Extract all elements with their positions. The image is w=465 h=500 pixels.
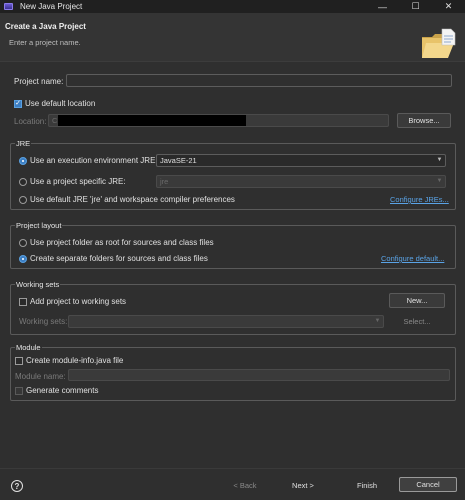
generate-comments-row[interactable]: Generate comments [15,385,98,396]
wizard-subtitle: Enter a project name. [9,38,81,47]
jre-option-execution-env[interactable]: Use an execution environment JRE: [19,155,158,166]
execution-env-value: JavaSE-21 [160,156,197,165]
create-module-info-label: Create module-info.java file [26,356,124,365]
add-to-working-sets-checkbox[interactable] [19,297,27,306]
execution-env-select[interactable]: JavaSE-21 ▼ [156,154,446,167]
layout-option-separate[interactable]: Create separate folders for sources and … [19,253,208,264]
working-sets-select[interactable]: ▼ [68,315,384,328]
generate-comments-checkbox[interactable] [15,386,23,395]
wizard-header: Create a Java Project Enter a project na… [0,13,465,62]
jre-default-radio[interactable] [19,195,27,204]
select-working-sets-button[interactable]: Select... [389,314,445,329]
layout-root-radio[interactable] [19,238,27,247]
jre-execution-env-radio[interactable] [19,156,27,165]
back-button[interactable]: < Back [218,478,272,492]
module-group-title: Module [15,343,42,352]
chevron-down-icon: ▼ [374,318,381,324]
jre-project-specific-radio[interactable] [19,177,27,186]
module-name-label: Module name: [15,371,66,381]
jre-project-specific-label: Use a project specific JRE: [30,177,126,186]
chevron-down-icon: ▼ [436,178,443,184]
window-title: New Java Project [20,2,83,11]
chevron-down-icon: ▼ [436,157,443,163]
project-specific-jre-select[interactable]: jre ▼ [156,175,446,188]
module-name-input[interactable] [68,369,450,381]
create-module-info-row[interactable]: Create module-info.java file [15,355,123,366]
minimize-button[interactable]: — [366,0,399,13]
create-module-info-checkbox[interactable] [15,356,23,365]
layout-root-label: Use project folder as root for sources a… [30,238,214,247]
working-sets-label: Working sets: [19,317,68,326]
project-name-label: Project name: [14,77,64,86]
jre-option-project-specific[interactable]: Use a project specific JRE: [19,176,126,187]
layout-separate-radio[interactable] [19,254,27,263]
working-sets-group-title: Working sets [15,280,61,289]
new-working-set-button[interactable]: New... [389,293,445,308]
layout-separate-label: Create separate folders for sources and … [30,254,208,263]
layout-option-root[interactable]: Use project folder as root for sources a… [19,237,214,248]
browse-button[interactable]: Browse... [397,113,451,128]
eclipse-app-icon [4,3,13,10]
jre-group-title: JRE [15,139,32,148]
help-icon[interactable]: ? [11,480,23,492]
add-to-working-sets-label: Add project to working sets [30,297,127,306]
generate-comments-label: Generate comments [26,386,99,395]
location-label: Location: [14,117,47,126]
redaction-bar [58,115,246,126]
java-project-folder-icon [422,28,456,58]
use-default-location-checkbox-row[interactable]: ✓ Use default location [14,98,95,109]
use-default-location-label: Use default location [25,99,96,108]
configure-jres-link[interactable]: Configure JREs... [390,195,449,204]
cancel-button[interactable]: Cancel [399,477,457,492]
use-default-location-checkbox[interactable]: ✓ [14,99,22,108]
project-name-input[interactable] [66,74,452,87]
jre-default-label: Use default JRE 'jre' and workspace comp… [30,195,235,204]
add-to-working-sets-row[interactable]: Add project to working sets [19,296,126,307]
next-button[interactable]: Next > [276,478,330,492]
project-specific-jre-value: jre [160,177,169,186]
configure-default-link[interactable]: Configure default... [381,254,444,263]
project-layout-group-title: Project layout [15,221,63,230]
jre-execution-env-label: Use an execution environment JRE: [30,156,158,165]
window-titlebar: New Java Project — ☐ ✕ [0,0,465,13]
close-button[interactable]: ✕ [432,0,465,13]
wizard-title: Create a Java Project [5,22,86,31]
maximize-button[interactable]: ☐ [399,0,432,13]
finish-button[interactable]: Finish [340,478,394,492]
jre-option-default[interactable]: Use default JRE 'jre' and workspace comp… [19,194,235,205]
